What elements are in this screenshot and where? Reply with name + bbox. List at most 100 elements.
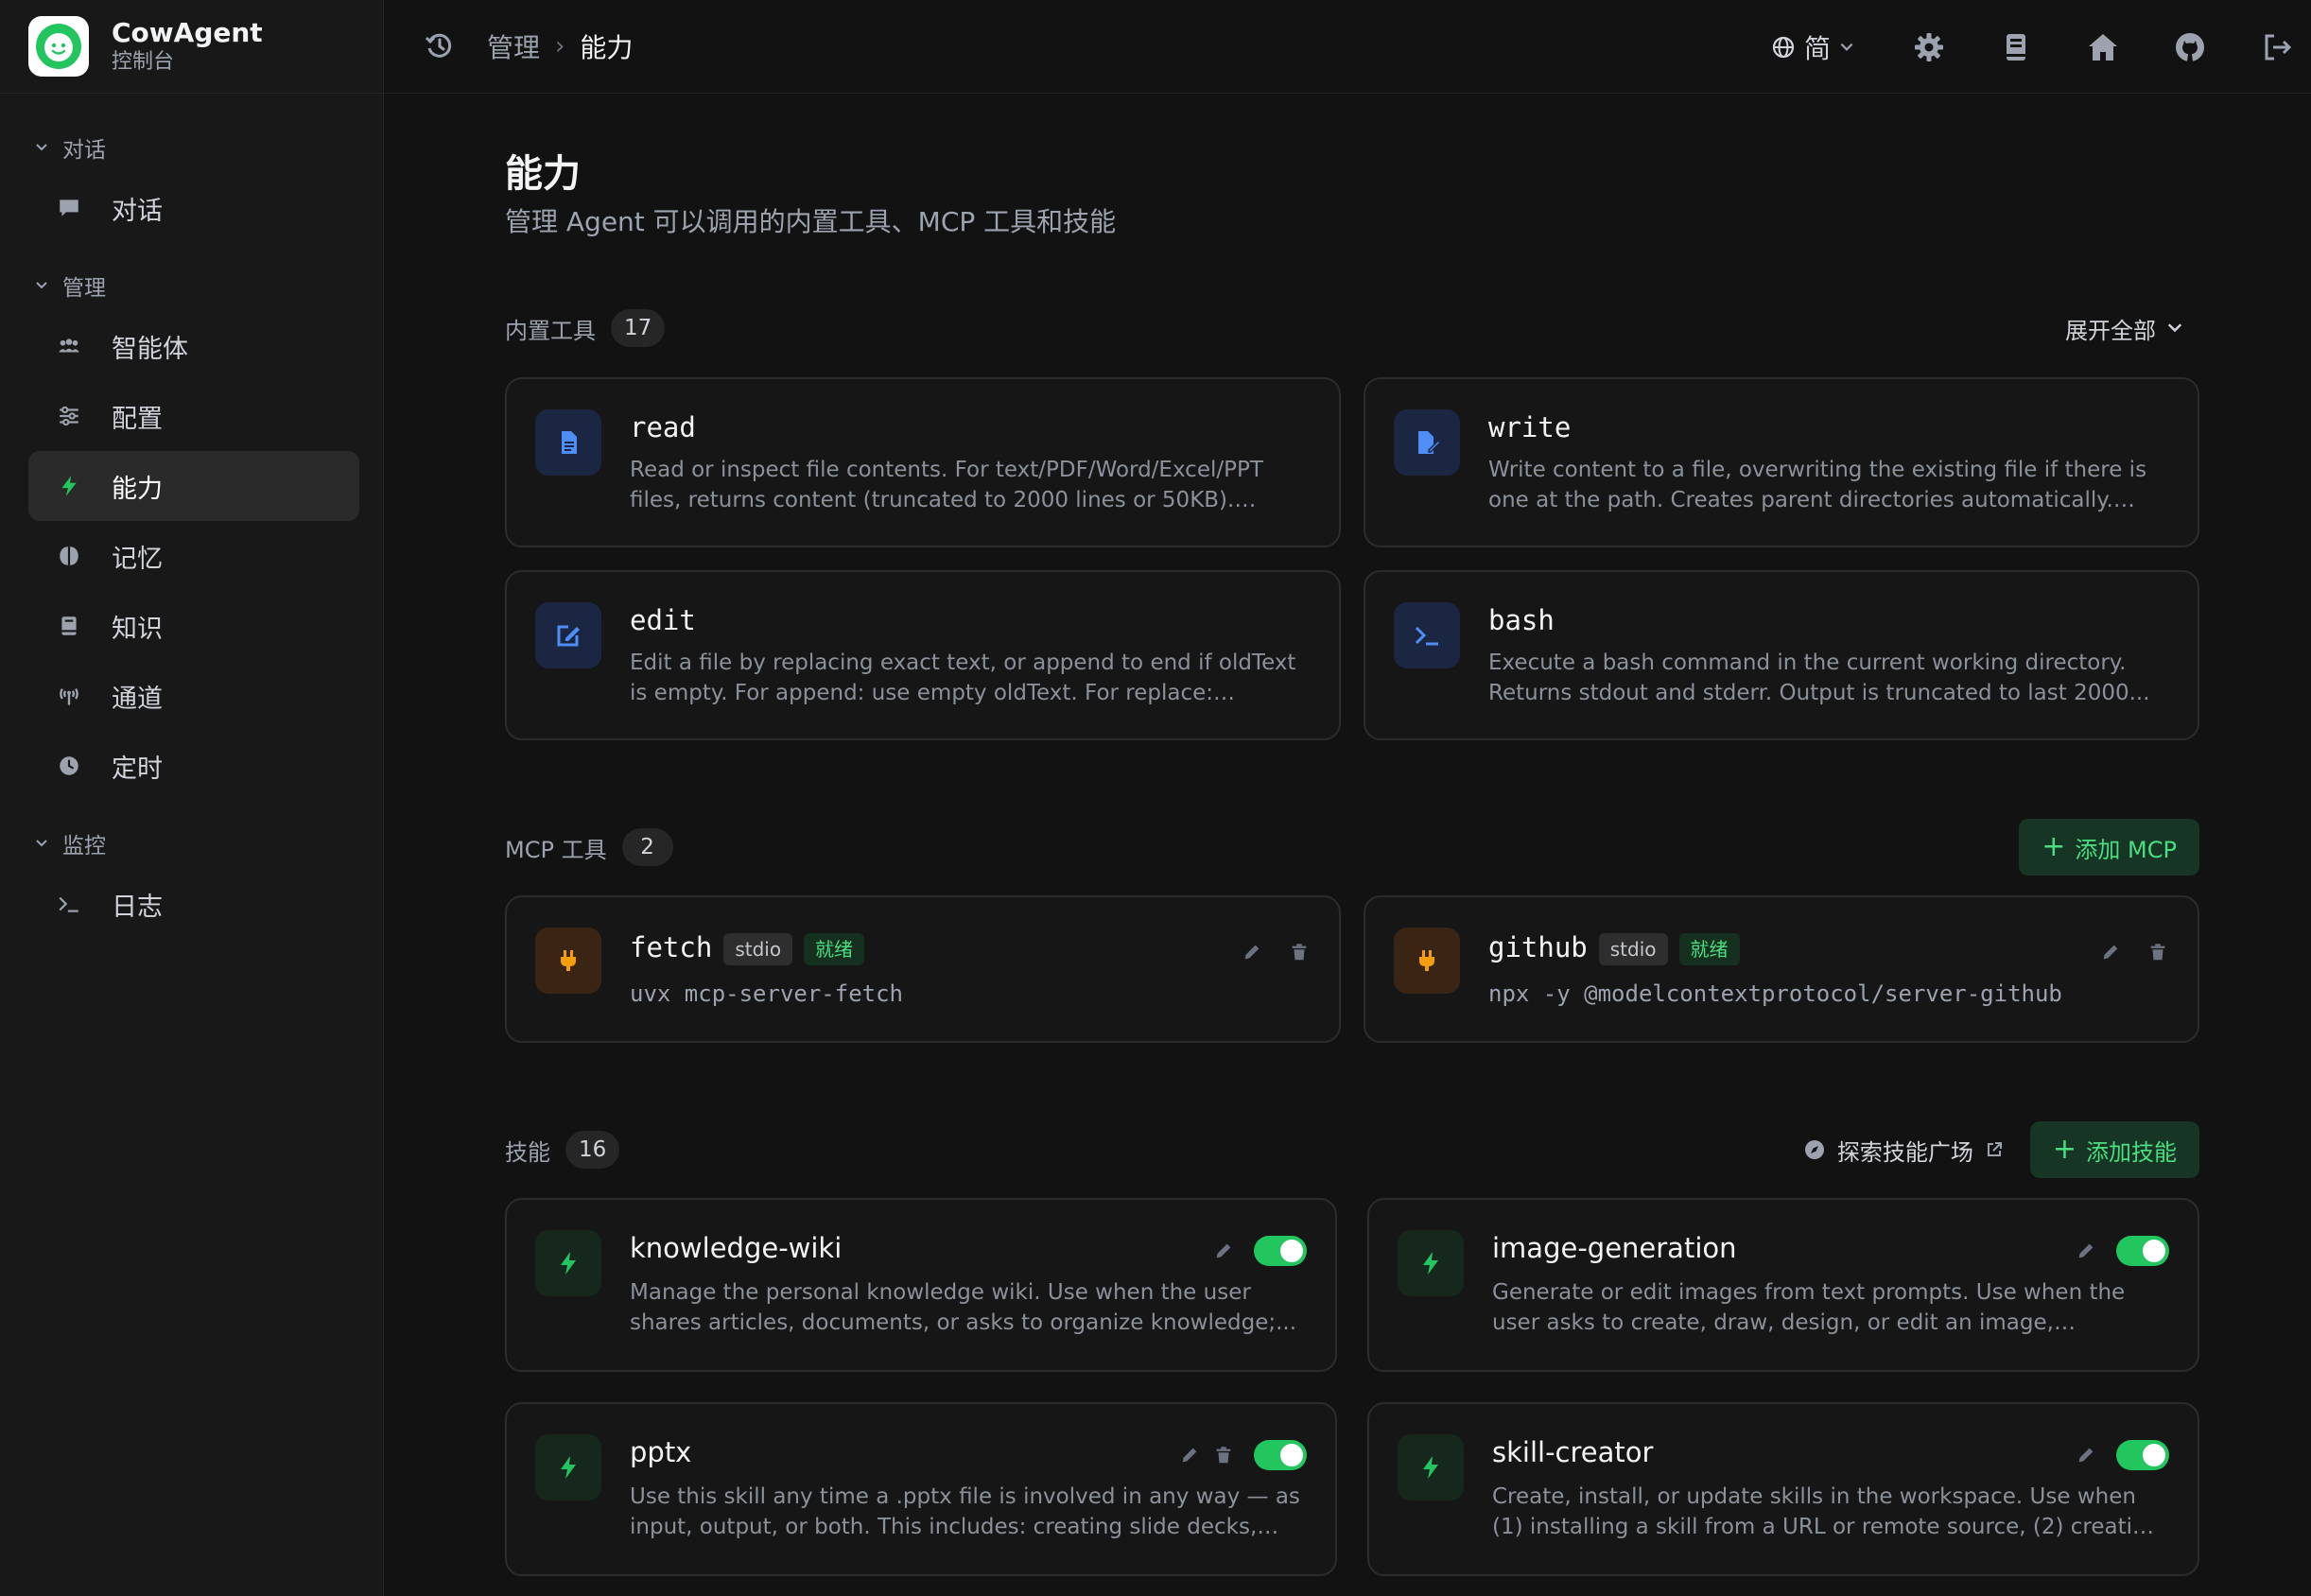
chevron-down-icon [36,144,47,151]
brand-subtitle: 控制台 [112,50,175,74]
count-badge: 16 [565,1131,620,1169]
skill-card-pptx[interactable]: pptx Use this skill any time a .pptx fil… [505,1402,1337,1576]
expand-all-label: 展开全部 [2065,317,2156,344]
sidebar-item-label: 能力 [112,474,163,504]
tool-card-bash[interactable]: bash Execute a bash command in the curre… [1364,570,2199,740]
sidebar-item-knowledge[interactable]: 知识 [28,591,359,661]
home-icon[interactable] [2086,30,2120,64]
brain-icon [55,542,83,570]
nav-group-manage[interactable]: 管理 [0,260,383,311]
brand[interactable]: CowAgent 控制台 [0,0,383,94]
tool-card-edit[interactable]: edit Edit a file by replacing exact text… [505,570,1341,740]
pencil-icon[interactable] [2075,1444,2097,1466]
sidebar-item-label: 定时 [112,754,163,784]
pencil-icon[interactable] [1212,1240,1235,1262]
mcp-card-github[interactable]: github stdio 就绪 npx -y @modelcontextprotoc… [1364,895,2199,1043]
skill-enabled-toggle[interactable] [1254,1236,1307,1266]
tool-name: read [630,411,696,443]
skill-name: pptx [630,1436,692,1468]
sidebar-item-label: 知识 [112,614,163,644]
add-mcp-button[interactable]: + 添加 MCP [2019,819,2199,876]
sidebar-item-label: 对话 [112,196,163,226]
github-icon[interactable] [2173,30,2207,64]
sidebar-item-label: 通道 [112,684,163,714]
sidebar-item-config[interactable]: 配置 [28,381,359,451]
sidebar-item-chat[interactable]: 对话 [28,173,359,243]
skill-description: Generate or edit images from text prompt… [1492,1280,2126,1335]
sidebar-item-logs[interactable]: 日志 [28,869,359,939]
trash-icon[interactable] [1212,1444,1235,1466]
compass-icon [1804,1140,1824,1159]
skill-enabled-toggle[interactable] [2116,1440,2169,1470]
add-skill-button[interactable]: + 添加技能 [2029,1121,2199,1178]
cow-logo-icon [28,16,89,77]
language-select[interactable]: 简 [1770,28,1855,66]
nav-group-monitor[interactable]: 监控 [0,818,383,869]
skill-card-image-generation[interactable]: image-generation Generate or edit images… [1367,1198,2199,1372]
mcp-command: uvx mcp-server-fetch [630,980,903,1007]
breadcrumb-parent[interactable]: 管理 [487,27,540,65]
sidebar-item-schedule[interactable]: 定时 [28,731,359,801]
book-icon [55,612,83,640]
chevron-right-icon: › [555,32,565,61]
skill-card-knowledge-wiki[interactable]: knowledge-wiki Manage the personal knowl… [505,1198,1337,1372]
breadcrumb: 管理 › 能力 [487,27,633,65]
card-actions [1216,941,1311,963]
mcp-title-row: github stdio 就绪 [1488,931,1740,965]
plug-icon [1394,928,1460,994]
page-subtitle: 管理 Agent 可以调用的内置工具、MCP 工具和技能 [505,206,1117,237]
tool-card-read[interactable]: read Read or inspect file contents. For … [505,377,1341,547]
brand-name: CowAgent [112,17,263,48]
tool-name: write [1488,411,1572,443]
status-badge: 就绪 [804,933,865,965]
mcp-card-fetch[interactable]: fetch stdio 就绪 uvx mcp-server-fetch [505,895,1341,1043]
mcp-tools-header: MCP 工具 2 + 添加 MCP [505,818,2199,876]
skill-card-skill-creator[interactable]: skill-creator Create, install, or update… [1367,1402,2199,1576]
nav-group-chat[interactable]: 对话 [0,122,383,173]
section-title: MCP 工具 [505,836,607,863]
breadcrumb-current: 能力 [580,32,634,63]
skill-description: Create, install, or update skills in the… [1492,1484,2161,1539]
tool-name: edit [630,604,696,636]
sidebar: CowAgent 控制台 对话 对话 管理 智能体 配置 能力 记忆 知识 通道… [0,0,384,1596]
topbar: 管理 › 能力 简 [385,0,2311,94]
builtin-tools-header: 内置工具 17 展开全部 [505,307,2199,349]
book-icon[interactable] [1999,30,2033,64]
tool-card-write[interactable]: write Write content to a file, overwriti… [1364,377,2199,547]
section-title: 技能 [505,1138,550,1166]
pencil-icon[interactable] [1178,1444,1201,1466]
skill-enabled-toggle[interactable] [1254,1440,1307,1470]
pencil-icon[interactable] [2099,941,2122,963]
transport-badge: stdio [1598,933,1668,965]
trash-icon[interactable] [1288,941,1311,963]
terminal-icon [55,890,83,918]
sidebar-item-memory[interactable]: 记忆 [28,521,359,591]
sidebar-nav: 对话 对话 管理 智能体 配置 能力 记忆 知识 通道 定时 监控 日志 [0,94,383,939]
skill-enabled-toggle[interactable] [2116,1236,2169,1266]
sliders-icon [55,402,83,430]
logout-icon[interactable] [2260,30,2294,64]
clock-icon [55,752,83,780]
mcp-command: npx -y @modelcontextprotocol/server-gith… [1488,980,2062,1007]
nav-group-label: 监控 [62,834,106,859]
tool-description: Execute a bash command in the current wo… [1488,651,2150,705]
expand-all-button[interactable]: 展开全部 [2065,312,2184,345]
skill-name: image-generation [1492,1232,1737,1264]
pencil-icon[interactable] [1241,941,1263,963]
sidebar-item-capabilities[interactable]: 能力 [28,451,359,521]
terminal-icon [1394,602,1460,668]
mcp-title-row: fetch stdio 就绪 [630,931,865,965]
chat-icon [55,194,83,222]
explore-skills-link[interactable]: 探索技能广场 [1803,1134,2004,1167]
mcp-name: fetch [630,931,713,963]
trash-icon[interactable] [2146,941,2169,963]
sidebar-item-channels[interactable]: 通道 [28,661,359,731]
gear-icon[interactable] [1912,30,1946,64]
card-actions [2050,1440,2169,1470]
sidebar-item-agents[interactable]: 智能体 [28,311,359,381]
count-badge: 2 [621,828,673,866]
pencil-icon[interactable] [2075,1240,2097,1262]
history-icon[interactable] [423,29,457,63]
sidebar-item-label: 智能体 [112,334,188,364]
card-actions [1188,1236,1307,1266]
